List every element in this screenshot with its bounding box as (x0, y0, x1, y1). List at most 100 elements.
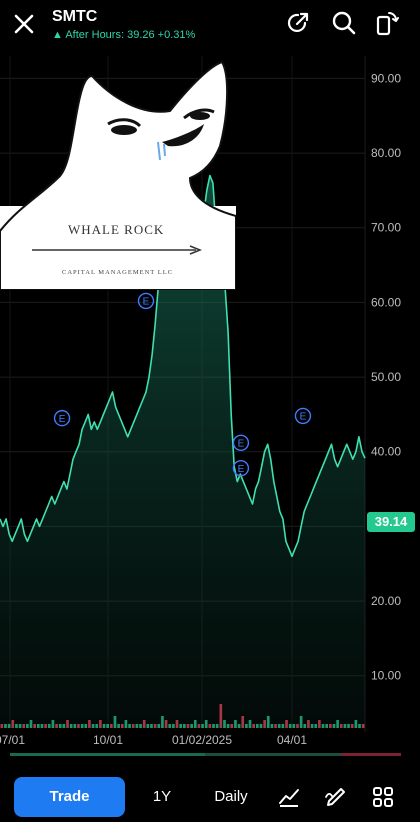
volume-bar (77, 724, 80, 728)
volume-bar (142, 720, 146, 728)
volume-bar (321, 724, 325, 728)
volume-bar (0, 724, 4, 728)
time-scrubber[interactable] (10, 753, 401, 756)
volume-bar (336, 720, 339, 728)
earnings-marker-label: E (143, 297, 150, 308)
volume-bar (288, 724, 292, 728)
grid-icon[interactable] (371, 785, 395, 809)
volume-bar (219, 704, 223, 728)
volume-bar (4, 724, 7, 728)
volume-bar (208, 724, 212, 728)
range-selector[interactable]: 1Y (144, 777, 180, 817)
after-hours-quote: ▲ After Hours: 39.26 +0.31% (52, 29, 196, 41)
volume-bar (73, 724, 77, 728)
volume-bar (277, 724, 281, 728)
volume-bar (29, 720, 33, 728)
volume-bar (135, 724, 139, 728)
bottom-toolbar: Trade 1Y Daily (0, 760, 420, 822)
volume-bar (303, 724, 307, 728)
volume-bar (361, 724, 365, 728)
volume-bar (325, 724, 328, 728)
volume-bar (51, 720, 55, 728)
volume-bar (299, 716, 303, 728)
volume-bar (179, 724, 182, 728)
volume-bar (281, 724, 285, 728)
earnings-marker-label: E (238, 439, 245, 450)
volume-bar (234, 720, 237, 728)
volume-bar (183, 724, 186, 728)
y-tick-label: 10.00 (371, 669, 401, 683)
earnings-marker[interactable]: E (137, 292, 155, 310)
y-tick-label: 80.00 (371, 146, 401, 160)
volume-bar (7, 724, 11, 728)
search-icon[interactable] (331, 10, 357, 36)
volume-bar (128, 724, 131, 728)
scrubber-segment (341, 753, 401, 756)
volume-bar (310, 724, 314, 728)
volume-bar (263, 720, 266, 728)
y-tick-label: 70.00 (371, 221, 401, 235)
volume-bar (339, 724, 343, 728)
volume-bar (270, 724, 274, 728)
volume-bar (248, 720, 252, 728)
volume-bar (223, 720, 226, 728)
volume-bar (252, 724, 255, 728)
x-tick-label: 07/01 (0, 733, 25, 747)
earnings-marker[interactable]: E (232, 459, 250, 477)
volume-bar (256, 724, 259, 728)
volume-bar (274, 724, 277, 728)
interval-selector[interactable]: Daily (204, 777, 258, 817)
volume-bar (358, 724, 361, 728)
volume-bar (354, 720, 358, 728)
volume-bar (55, 724, 58, 728)
volume-bar (66, 720, 69, 728)
volume-bar (204, 720, 208, 728)
volume-bar (230, 724, 234, 728)
volume-bar (58, 724, 62, 728)
volume-bar (197, 724, 201, 728)
y-tick-label: 60.00 (371, 295, 401, 309)
x-axis-labels: 07/01 10/01 01/02/2025 04/01 (0, 733, 307, 747)
volume-bar (245, 724, 248, 728)
ticker-symbol: SMTC (52, 8, 98, 25)
volume-bar (292, 724, 296, 728)
volume-bar (241, 716, 245, 728)
earnings-marker-label: E (300, 412, 307, 423)
volume-bar (193, 720, 197, 728)
earnings-marker-label: E (59, 414, 66, 425)
volume-bar (153, 724, 157, 728)
volume-bar (44, 724, 47, 728)
rotate-icon[interactable] (374, 10, 400, 36)
trade-button[interactable]: Trade (14, 777, 125, 817)
volume-bar (266, 716, 270, 728)
volume-bar (164, 720, 168, 728)
earnings-marker[interactable]: E (53, 409, 71, 427)
volume-bar (226, 724, 230, 728)
volume-bar (285, 720, 288, 728)
volume-bar (91, 724, 95, 728)
volume-bar (106, 724, 109, 728)
volume-bar (343, 724, 347, 728)
earnings-marker-label: E (238, 464, 245, 475)
price-chart[interactable]: EEEEE 90.0080.0070.0060.0050.0040.0030.0… (0, 56, 420, 756)
indicator-icon[interactable] (277, 785, 301, 809)
volume-bar (237, 724, 241, 728)
volume-bar (215, 724, 219, 728)
volume-bar (212, 724, 215, 728)
current-price-tag: 39.14 (367, 512, 415, 532)
volume-bar (62, 724, 66, 728)
volume-bar (201, 724, 204, 728)
earnings-marker[interactable]: E (232, 434, 250, 451)
volume-bar (314, 724, 318, 728)
volume-bar (172, 724, 175, 728)
volume-bar (350, 724, 354, 728)
share-icon[interactable] (285, 10, 311, 36)
volume-bar (37, 724, 40, 728)
draw-icon[interactable] (324, 785, 348, 809)
volume-bar (161, 716, 164, 728)
close-icon[interactable] (8, 8, 40, 40)
meme-caption-line2: CAPITAL MANAGEMENT LLC (62, 269, 173, 276)
earnings-marker[interactable]: E (294, 407, 312, 425)
volume-bar (190, 724, 193, 728)
x-tick-label: 10/01 (93, 733, 123, 747)
